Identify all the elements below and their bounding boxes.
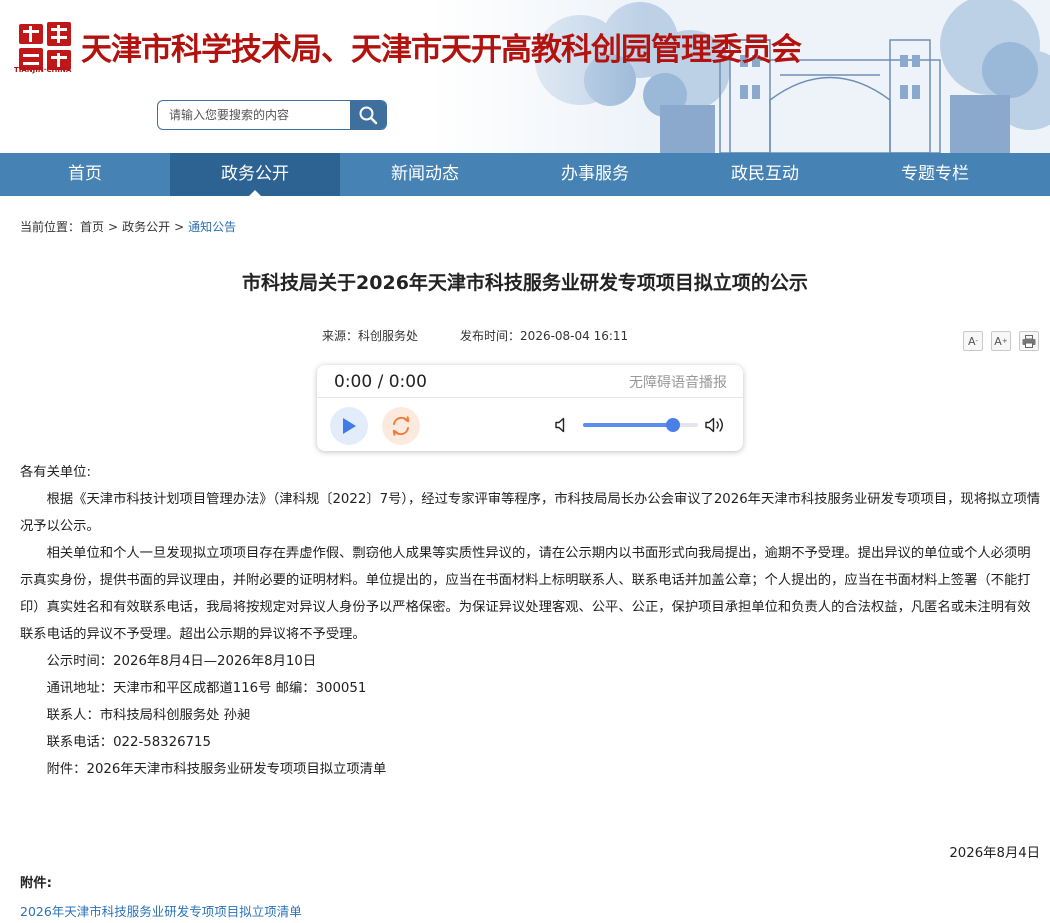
breadcrumb: 当前位置：首页 > 政务公开 > 通知公告 [20, 218, 236, 235]
player-time: 0:00 / 0:00 [334, 372, 427, 392]
minus-sign: - [975, 337, 979, 345]
play-icon [343, 418, 356, 434]
paragraph: 根据《天津市科技计划项目管理办法》（津科规〔2022〕7号），经过专家评审等程序… [20, 492, 1041, 534]
search-input[interactable] [158, 101, 351, 129]
logo-caption: TIANJIN·CHINA [14, 66, 72, 74]
article-meta: 来源：科创服务处 发布时间：2026-08-04 16:11 [322, 327, 628, 344]
article-tools: A- A + [963, 331, 1039, 351]
volume-high-icon[interactable] [705, 416, 727, 434]
volume-slider[interactable] [583, 418, 698, 432]
attachment-note: 附件：2026年天津市科技服务业研发专项项目拟立项清单 [46, 762, 387, 777]
site-title: 天津市科学技术局、天津市天开高教科创园管理委员会 [81, 32, 802, 68]
site-header: TIANJIN·CHINA 天津市科学技术局、天津市天开高教科创园管理委员会 [0, 0, 1050, 153]
font-larger-label: A [994, 334, 1002, 348]
nav-item-news[interactable]: 新闻动态 [340, 153, 510, 196]
print-icon [1022, 334, 1036, 348]
attachment-link[interactable]: 2026年天津市科技服务业研发专项项目拟立项清单 [20, 901, 302, 920]
nav-item-topics[interactable]: 专题专栏 [850, 153, 1020, 196]
mailing-address: 通讯地址：天津市和平区成都道116号 邮编：300051 [46, 681, 367, 696]
play-button[interactable] [330, 407, 368, 445]
print-button[interactable] [1019, 331, 1039, 351]
font-smaller-label: A [967, 334, 976, 348]
date-label: 发布时间： [460, 329, 521, 343]
nav-item-interaction[interactable]: 政民互动 [680, 153, 850, 196]
contact-phone: 联系电话：022-58326715 [46, 735, 211, 750]
article-body: 各有关单位: 根据《天津市科技计划项目管理办法》（津科规〔2022〕7号），经过… [20, 459, 1041, 783]
article-source: 来源：科创服务处 [322, 329, 418, 343]
search-box [157, 100, 387, 130]
volume-low-icon[interactable] [555, 417, 569, 433]
header-building-illustration [430, 0, 1050, 153]
main-nav: 首页 政务公开 新闻动态 办事服务 政民互动 专题专栏 [0, 153, 1050, 196]
breadcrumb-government-affairs[interactable]: 政务公开 [122, 220, 170, 234]
loop-icon [392, 416, 410, 436]
plus-sign: + [1001, 337, 1008, 345]
volume-fill [583, 423, 673, 427]
player-label: 无障碍语音播报 [629, 375, 727, 391]
source-label: 来源： [322, 329, 359, 343]
font-smaller-button[interactable]: A- [963, 331, 983, 351]
search-button[interactable] [350, 101, 386, 129]
audio-player: 0:00 / 0:00 无障碍语音播报 [317, 365, 743, 451]
signature-date: 2026年8月4日 [949, 846, 1040, 861]
breadcrumb-home[interactable]: 首页 [80, 220, 104, 234]
nav-item-home[interactable]: 首页 [0, 153, 170, 196]
breadcrumb-separator: > [108, 220, 119, 234]
font-larger-button[interactable]: A + [991, 331, 1011, 351]
source-value: 科创服务处 [358, 329, 419, 343]
player-divider [317, 397, 743, 398]
breadcrumb-prefix: 当前位置： [20, 220, 81, 234]
salutation: 各有关单位: [20, 465, 91, 480]
breadcrumb-separator: > [174, 220, 185, 234]
date-value: 2026-08-04 16:11 [520, 329, 629, 343]
nav-item-services[interactable]: 办事服务 [510, 153, 680, 196]
search-icon [359, 106, 378, 125]
loop-button[interactable] [382, 407, 420, 445]
volume-handle[interactable] [665, 418, 680, 432]
article-title: 市科技局关于2026年天津市科技服务业研发专项项目拟立项的公示 [242, 272, 808, 294]
notice-period: 公示时间：2026年8月4日—2026年8月10日 [46, 654, 317, 669]
nav-item-government-affairs[interactable]: 政务公开 [170, 153, 340, 196]
paragraph: 相关单位和个人一旦发现拟立项项目存在弄虚作假、剽窃他人成果等实质性异议的，请在公… [20, 546, 1031, 642]
attachments-heading: 附件: [20, 876, 52, 891]
contact-person: 联系人：市科技局科创服务处 孙昶 [46, 708, 251, 723]
breadcrumb-notices[interactable]: 通知公告 [188, 220, 236, 234]
article-date: 发布时间：2026-08-04 16:11 [460, 329, 628, 343]
